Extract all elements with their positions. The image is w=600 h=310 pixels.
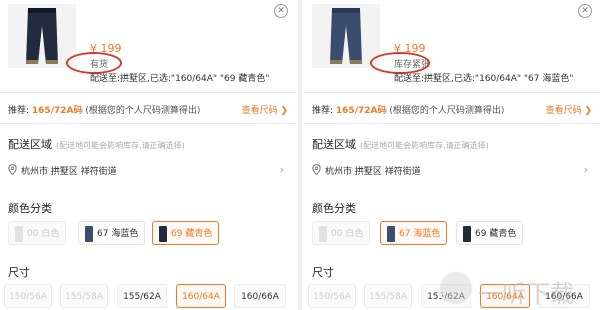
color-label: 67 海蓝色 [399,229,441,239]
color-swatch [463,225,471,242]
size-option[interactable]: 150/56A [4,284,52,308]
sku-panel-left: ✕ ¥ 199 有货 配送至:拱墅区,已选:"160/64A" "69 藏青色"… [0,0,296,310]
color-label: 67 海蓝色 [97,229,139,239]
color-option-selected[interactable]: 67 海蓝色 [380,221,448,245]
color-swatch [159,225,167,242]
recommend-label: 推荐: [8,106,32,116]
size-option[interactable]: 155/58A [60,284,108,308]
color-swatch [319,225,327,242]
color-option-selected[interactable]: 69 藏青色 [152,221,220,245]
address-text: 杭州市 拱墅区 祥符街道 [21,167,117,177]
recommend-note: (根据您的个人尺码测算得出) [82,106,201,116]
panel-divider [298,0,302,310]
delivery-area-note: (配送地可能会影响库存,请正确选择) [360,141,489,150]
size-title: 尺寸 [8,266,30,279]
color-option[interactable]: 00 白色 [8,221,67,245]
recommend-note: (根据您的个人尺码测算得出) [386,106,505,116]
jeans-image [26,8,58,64]
close-icon[interactable]: ✕ [578,4,592,18]
view-size-link[interactable]: 查看尺码 ❯ [546,103,592,116]
color-label: 69 藏青色 [171,229,213,239]
color-swatch [15,225,23,242]
chevron-right-icon[interactable]: › [584,163,588,176]
size-recommendation: 推荐: 165/72A码 (根据您的个人尺码测算得出) [8,103,200,116]
watermark-logo [438,270,474,306]
divider [304,123,600,124]
location-pin-icon [312,164,321,176]
delivery-area-title: 配送区域 (配送地可能会影响库存,请正确选择) [312,136,489,152]
close-icon[interactable]: ✕ [274,4,288,18]
color-swatch [85,225,93,242]
view-size-link[interactable]: 查看尺码 ❯ [242,103,288,116]
address-row[interactable]: 杭州市 拱墅区 祥符街道 [312,164,421,177]
address-row[interactable]: 杭州市 拱墅区 祥符街道 [8,164,117,177]
color-label: 69 藏青色 [475,229,517,239]
chevron-right-icon[interactable]: › [280,163,284,176]
location-pin-icon [8,164,17,176]
size-option[interactable]: 155/58A [364,284,412,308]
delivery-selection: 配送至:拱墅区,已选:"160/64A" "67 海蓝色" [394,74,574,84]
divider [0,92,296,93]
jeans-image [330,8,362,64]
color-label: 00 白色 [27,229,60,239]
delivery-area-note: (配送地可能会影响库存,请正确选择) [56,141,185,150]
recommend-size: 165/72A码 [31,106,83,116]
size-option-selected[interactable]: 160/64A [176,284,226,308]
color-title: 颜色分类 [312,202,356,215]
delivery-selection: 配送至:拱墅区,已选:"160/64A" "69 藏青色" [90,74,270,84]
color-option[interactable]: 67 海蓝色 [78,221,146,245]
address-text: 杭州市 拱墅区 祥符街道 [325,167,421,177]
divider [0,123,296,124]
delivery-area-label: 配送区域 [8,138,52,151]
size-recommendation: 推荐: 165/72A码 (根据您的个人尺码测算得出) [312,103,504,116]
color-option[interactable]: 00 白色 [312,221,371,245]
recommend-label: 推荐: [312,106,336,116]
size-option[interactable]: 155/62A [117,284,167,308]
delivery-area-label: 配送区域 [312,138,356,151]
color-title: 颜色分类 [8,202,52,215]
size-option[interactable]: 160/66A [234,284,286,308]
recommend-size: 165/72A码 [335,106,387,116]
color-option[interactable]: 69 藏青色 [456,221,524,245]
color-swatch [387,225,395,242]
delivery-area-title: 配送区域 (配送地可能会影响库存,请正确选择) [8,136,185,152]
watermark-text: 一听下载 [478,280,574,308]
sku-panel-right: ✕ ¥ 199 库存紧张 配送至:拱墅区,已选:"160/64A" "67 海蓝… [304,0,600,310]
size-option[interactable]: 150/56A [308,284,356,308]
product-thumbnail [8,4,76,68]
product-thumbnail [312,4,380,68]
divider [304,92,600,93]
color-label: 00 白色 [331,229,364,239]
size-title: 尺寸 [312,266,334,279]
site-watermark: 一听下载 [438,268,598,308]
